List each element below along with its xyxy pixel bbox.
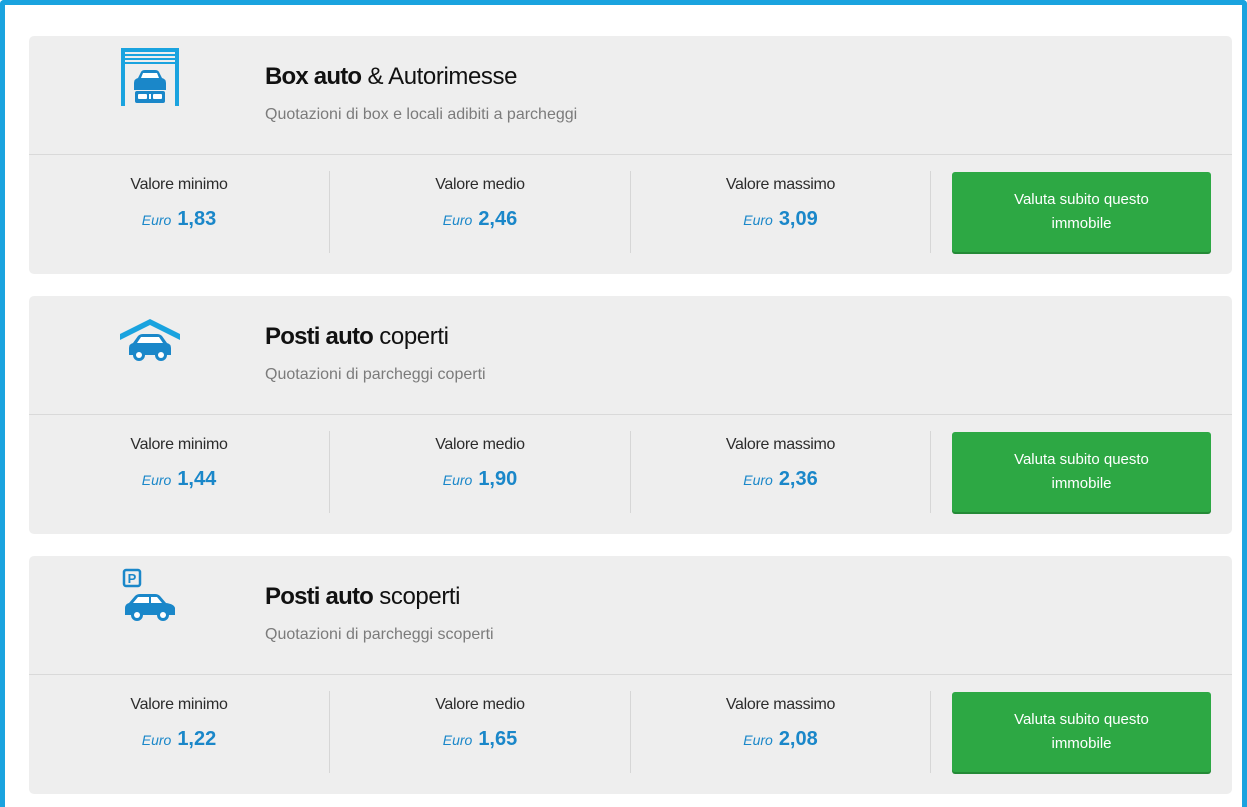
price-value: 2,36 [778, 468, 818, 490]
max-price: Euro 2,08 [631, 728, 930, 751]
currency: Euro [442, 212, 473, 228]
card-title: Posti auto coperti [265, 323, 449, 351]
price-value: 1,65 [478, 728, 518, 750]
value-row: Valore minimo Euro 1,44 Valore medio Euro… [29, 415, 1232, 534]
mid-value-cell: Valore medio Euro 1,90 [330, 415, 630, 534]
property-card-box-auto: Box auto & Autorimesse Quotazioni di box… [29, 36, 1232, 274]
currency: Euro [743, 732, 773, 748]
min-price: Euro 1,22 [29, 728, 329, 751]
title-bold: Posti auto [265, 323, 374, 350]
min-price: Euro 1,83 [29, 208, 329, 231]
value-row: Valore minimo Euro 1,83 Valore medio Euro… [29, 155, 1232, 274]
property-card-posti-coperti: Posti auto coperti Quotazioni di parcheg… [29, 296, 1232, 534]
min-label: Valore minimo [130, 436, 228, 453]
card-subtitle: Quotazioni di parcheggi coperti [265, 366, 486, 383]
max-label: Valore massimo [725, 696, 836, 713]
parking-letter: P [128, 571, 137, 586]
max-price: Euro 3,09 [631, 208, 930, 231]
price-value: 1,44 [177, 468, 217, 490]
card-header: Box auto & Autorimesse Quotazioni di box… [29, 36, 1232, 154]
mid-label: Valore medio [435, 436, 525, 453]
price-value: 1,22 [177, 728, 217, 750]
min-label: Valore minimo [130, 176, 228, 193]
price-value: 3,09 [778, 208, 818, 230]
currency: Euro [141, 472, 172, 488]
price-value: 1,83 [177, 208, 217, 230]
min-price: Euro 1,44 [29, 468, 329, 491]
max-label: Valore massimo [725, 436, 836, 453]
mid-label: Valore medio [435, 696, 525, 713]
currency: Euro [442, 472, 473, 488]
title-rest: scoperti [373, 583, 461, 610]
valuta-button[interactable]: Valuta subito questo immobile [952, 432, 1211, 512]
max-value-cell: Valore massimo Euro 2,36 [631, 415, 930, 534]
card-header: Posti auto coperti Quotazioni di parcheg… [29, 296, 1232, 414]
max-price: Euro 2,36 [631, 468, 930, 491]
currency: Euro [743, 472, 773, 488]
card-header: P Posti auto scoperti Quotazioni di parc… [29, 556, 1232, 674]
price-value: 1,90 [478, 468, 518, 490]
covered-parking-icon [117, 304, 183, 370]
price-value: 2,08 [778, 728, 818, 750]
title-rest: coperti [373, 323, 449, 350]
separator [930, 691, 931, 773]
max-value-cell: Valore massimo Euro 2,08 [631, 675, 930, 794]
card-subtitle: Quotazioni di parcheggi scoperti [265, 626, 494, 643]
mid-value-cell: Valore medio Euro 2,46 [330, 155, 630, 274]
price-value: 2,46 [478, 208, 518, 230]
mid-value-cell: Valore medio Euro 1,65 [330, 675, 630, 794]
title-bold: Box auto [265, 63, 362, 90]
currency: Euro [141, 732, 172, 748]
property-card-posti-scoperti: P Posti auto scoperti Quotazioni di parc… [29, 556, 1232, 794]
title-rest: & Autorimesse [361, 63, 518, 90]
valuta-button[interactable]: Valuta subito questo immobile [952, 172, 1211, 252]
separator [930, 431, 931, 513]
card-subtitle: Quotazioni di box e locali adibiti a par… [265, 106, 578, 123]
currency: Euro [442, 732, 473, 748]
title-bold: Posti auto [265, 583, 374, 610]
max-label: Valore massimo [725, 176, 836, 193]
garage-box-icon [117, 44, 183, 110]
open-parking-icon: P [117, 564, 183, 630]
min-value-cell: Valore minimo Euro 1,83 [29, 155, 329, 274]
mid-price: Euro 2,46 [330, 208, 630, 231]
separator [930, 171, 931, 253]
min-value-cell: Valore minimo Euro 1,22 [29, 675, 329, 794]
currency: Euro [141, 212, 172, 228]
min-value-cell: Valore minimo Euro 1,44 [29, 415, 329, 534]
mid-price: Euro 1,65 [330, 728, 630, 751]
value-row: Valore minimo Euro 1,22 Valore medio Euro… [29, 675, 1232, 794]
max-value-cell: Valore massimo Euro 3,09 [631, 155, 930, 274]
valuta-button[interactable]: Valuta subito questo immobile [952, 692, 1211, 772]
mid-label: Valore medio [435, 176, 525, 193]
mid-price: Euro 1,90 [330, 468, 630, 491]
currency: Euro [743, 212, 773, 228]
card-title: Posti auto scoperti [265, 583, 461, 611]
card-title: Box auto & Autorimesse [265, 63, 517, 91]
min-label: Valore minimo [130, 696, 228, 713]
